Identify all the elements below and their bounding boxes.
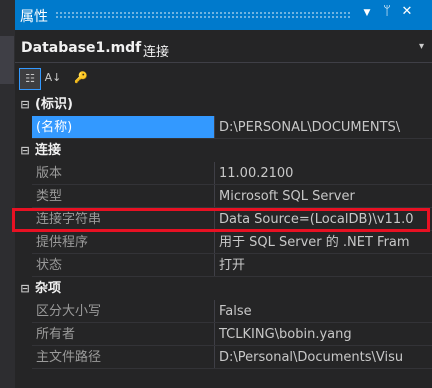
object-selector[interactable]: Database1.mdf 连接 ▾ (15, 36, 432, 63)
category-label: 连接 (35, 143, 62, 158)
property-name: 状态 (36, 258, 63, 273)
property-value[interactable]: D:\PERSONAL\DOCUMENTS\ (214, 116, 432, 138)
category-row[interactable]: ⊟ (标识) (15, 93, 432, 116)
drag-grip[interactable] (55, 11, 350, 19)
properties-panel: 属性 ▼ ᛘ ✕ Database1.mdf 连接 ▾ ☷ A↓ 🔑 ⊟ (标识… (15, 0, 432, 388)
property-value[interactable]: TCLKING\bobin.yang (214, 323, 432, 345)
alphabetical-sort-icon[interactable]: A↓ (43, 68, 63, 88)
property-value[interactable]: Data Source=(LocalDB)\v11.0 (214, 208, 432, 230)
property-name: 所有者 (36, 327, 76, 342)
left-dock-strip (0, 0, 15, 388)
panel-title: 属性 (20, 9, 48, 25)
chevron-down-icon[interactable]: ▾ (419, 41, 424, 52)
property-value[interactable]: Microsoft SQL Server (214, 185, 432, 207)
property-row[interactable]: 提供程序 用于 SQL Server 的 .NET Fram (15, 231, 432, 254)
collapse-icon[interactable]: ⊟ (19, 139, 31, 162)
category-label: (标识) (35, 97, 73, 112)
close-icon[interactable]: ✕ (398, 4, 416, 19)
property-name: 区分大小写 (36, 304, 102, 319)
property-row[interactable]: 主文件路径 D:\Personal\Documents\Visu (15, 346, 432, 369)
property-row-connection-string[interactable]: 连接字符串 Data Source=(LocalDB)\v11.0 (15, 208, 432, 231)
property-grid: ⊟ (标识) (名称) D:\PERSONAL\DOCUMENTS\ ⊟ 连接 … (15, 93, 432, 369)
property-value[interactable]: False (214, 300, 432, 322)
property-name: (名称) (32, 116, 214, 138)
property-name: 类型 (36, 189, 63, 204)
category-row[interactable]: ⊟ 杂项 (15, 277, 432, 300)
property-row[interactable]: 类型 Microsoft SQL Server (15, 185, 432, 208)
property-name: 连接字符串 (36, 212, 102, 227)
selected-object-name: Database1.mdf (21, 40, 142, 56)
property-value[interactable]: D:\Personal\Documents\Visu (214, 346, 432, 368)
property-value[interactable]: 打开 (214, 254, 432, 276)
property-value[interactable]: 11.00.2100 (214, 162, 432, 184)
property-name: 提供程序 (36, 235, 89, 250)
property-name: 版本 (36, 166, 63, 181)
category-label: 杂项 (35, 281, 62, 296)
collapse-icon[interactable]: ⊟ (19, 277, 31, 300)
panel-title-bar[interactable]: 属性 ▼ ᛘ ✕ (15, 0, 432, 30)
dock-tab[interactable] (0, 36, 14, 84)
property-pages-icon[interactable]: 🔑 (71, 68, 91, 88)
window-position-dropdown-icon[interactable]: ▼ (358, 8, 376, 18)
collapse-icon[interactable]: ⊟ (19, 93, 31, 116)
properties-toolbar: ☷ A↓ 🔑 (15, 64, 432, 92)
property-value[interactable]: 用于 SQL Server 的 .NET Fram (214, 231, 432, 253)
property-row[interactable]: 版本 11.00.2100 (15, 162, 432, 185)
property-row[interactable]: 状态 打开 (15, 254, 432, 277)
property-name: 主文件路径 (36, 350, 102, 365)
property-row[interactable]: (名称) D:\PERSONAL\DOCUMENTS\ (15, 116, 432, 139)
category-row[interactable]: ⊟ 连接 (15, 139, 432, 162)
pin-icon[interactable]: ᛘ (378, 4, 396, 19)
categorized-icon[interactable]: ☷ (19, 68, 41, 90)
selected-object-type: 连接 (143, 45, 170, 60)
property-row[interactable]: 区分大小写 False (15, 300, 432, 323)
property-row[interactable]: 所有者 TCLKING\bobin.yang (15, 323, 432, 346)
